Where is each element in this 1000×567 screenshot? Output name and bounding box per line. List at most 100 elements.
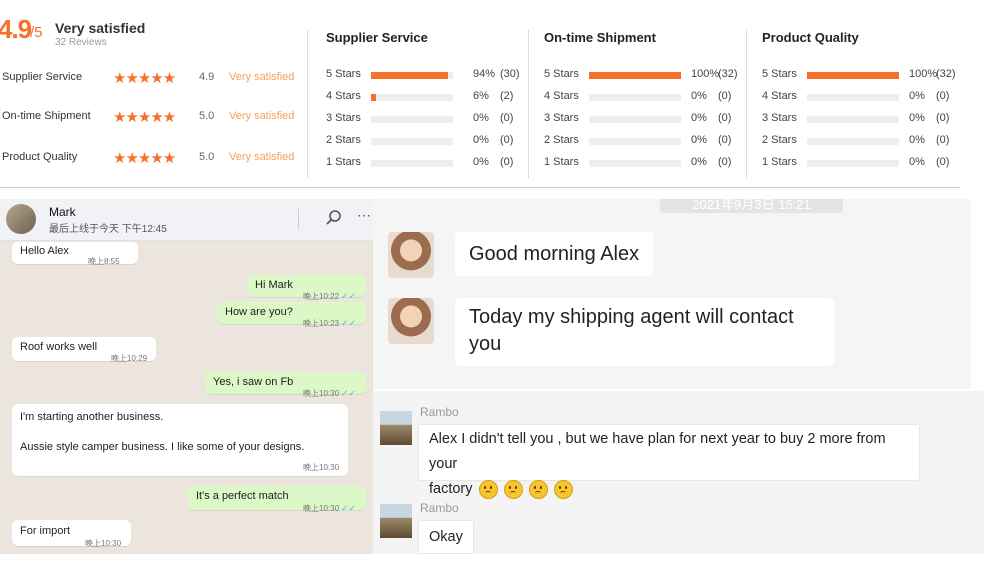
rating-bar-row: 2 Stars 0% (0) [544, 134, 759, 148]
message-text-line: Alex I didn't tell you , but we have pla… [429, 431, 886, 472]
message-time: 晚上10:30 ✓✓ [303, 388, 357, 398]
message-incoming: Roof works well 晚上10:29 [12, 337, 156, 363]
rating-bar-row: 5 Stars 100% (32) [544, 68, 759, 82]
category-supplier-service: Supplier Service 5 Stars 94% (30) 4 Star… [326, 30, 541, 180]
rating-bar-percent: 0% [909, 112, 925, 124]
category-title: Supplier Service [326, 30, 428, 45]
avatar[interactable] [6, 204, 36, 234]
category-title: Product Quality [762, 30, 859, 45]
read-receipt-icon: ✓✓ [341, 388, 357, 398]
rating-bar-label: 2 Stars [762, 134, 797, 146]
star-rating-icon: ★★★★★ [113, 150, 176, 167]
rating-bar-label: 2 Stars [544, 134, 579, 146]
rating-bar-track [371, 72, 453, 79]
rating-bar-track [807, 94, 899, 101]
rating-bar-row: 1 Stars 0% (0) [326, 156, 541, 170]
message-text: Roof works well [20, 341, 98, 353]
message-text-line: Today my shipping agent will contact [469, 306, 794, 328]
avatar[interactable] [388, 232, 434, 278]
message-incoming: Good morning Alex [455, 232, 654, 276]
message-text: Good morning Alex [469, 243, 640, 265]
rating-bar-percent: 0% [909, 134, 925, 146]
rating-bar-percent: 6% [473, 90, 489, 102]
avatar[interactable] [388, 298, 434, 344]
rating-bar-track [589, 72, 681, 79]
summary-row-text: Very satisfied [229, 71, 295, 83]
review-bottom-divider [0, 187, 960, 188]
date-stamp: 2021年9月3日 15:21 [660, 199, 843, 213]
chat-header: Mark 最后上线于今天 下午12:45 ⋯ [0, 199, 373, 241]
rating-bar-track [371, 94, 453, 101]
rating-bar-row: 3 Stars 0% (0) [544, 112, 759, 126]
star-rating-icon: ★★★★★ [113, 109, 176, 126]
summary-row-text: Very satisfied [229, 151, 295, 163]
message-incoming: I'm starting another business. Aussie st… [12, 404, 348, 476]
read-receipt-icon: ✓✓ [341, 291, 357, 301]
rating-bar-fill [371, 72, 449, 79]
message-incoming: For import 晚上10:30 [12, 520, 131, 548]
summary-row-value: 5.0 [199, 110, 215, 122]
message-incoming: Okay [418, 520, 474, 554]
message-text-line: Aussie style camper business. I like som… [20, 441, 305, 453]
contact-name[interactable]: Mark [49, 205, 76, 219]
score-value: 4.9 [0, 14, 32, 44]
rating-bar-label: 1 Stars [326, 156, 361, 168]
category-title: On-time Shipment [544, 30, 656, 45]
more-options-icon[interactable]: ⋯ [357, 207, 372, 224]
message-text: Hello Alex [20, 245, 69, 257]
rating-bar-row: 5 Stars 100% (32) [762, 68, 977, 82]
score-summary: Very satisfied [55, 20, 146, 36]
rating-bar-track [371, 160, 453, 167]
rating-bar-count: (0) [718, 112, 732, 124]
rating-bar-label: 4 Stars [544, 90, 579, 102]
reviews-count: 32 Reviews [55, 37, 107, 48]
message-text: For import [20, 525, 71, 537]
rating-bar-percent: 0% [909, 156, 925, 168]
rating-bar-count: (0) [718, 90, 732, 102]
rating-bar-percent: 0% [909, 90, 925, 102]
summary-row-text: Very satisfied [229, 110, 295, 122]
rating-bar-label: 3 Stars [544, 112, 579, 124]
chat-panel-bottom-right: Rambo Alex I didn't tell you , but we ha… [373, 391, 984, 554]
rating-bar-track [589, 94, 681, 101]
rating-bar-row: 2 Stars 0% (0) [326, 134, 541, 148]
chat-panel-top-right: 2021年9月3日 15:21 Good morning Alex Today … [373, 199, 971, 389]
sender-name: Rambo [420, 501, 459, 515]
message-text: It's a perfect match [196, 490, 289, 502]
rating-bar-track [807, 116, 899, 123]
search-icon[interactable] [325, 209, 343, 227]
message-time: 晚上10:23 ✓✓ [303, 318, 357, 328]
summary-row-value: 5.0 [199, 151, 215, 163]
rating-bar-label: 1 Stars [762, 156, 797, 168]
sad-face-emoji-icon [553, 479, 573, 499]
last-seen-status: 最后上线于今天 下午12:45 [49, 224, 167, 235]
rating-bar-count: (0) [718, 134, 732, 146]
avatar[interactable] [380, 504, 412, 538]
rating-bar-fill [371, 94, 376, 101]
avatar[interactable] [380, 411, 412, 445]
message-time: 晚上10:30 ✓✓ [303, 503, 357, 513]
read-receipt-icon: ✓✓ [341, 503, 357, 513]
message-incoming: Alex I didn't tell you , but we have pla… [418, 424, 920, 499]
rating-bar-label: 5 Stars [326, 68, 361, 80]
rating-bar-track [589, 138, 681, 145]
message-time: 晚上10:30 [85, 539, 122, 548]
rating-bar-track [807, 160, 899, 167]
summary-row-value: 4.9 [199, 71, 215, 83]
sad-face-emoji-icon [528, 479, 548, 499]
rating-bar-percent: 0% [691, 90, 707, 102]
rating-bar-track [807, 72, 899, 79]
rating-bar-row: 1 Stars 0% (0) [544, 156, 759, 170]
rating-bar-count: (0) [718, 156, 732, 168]
message-text-line: factory [429, 477, 909, 502]
star-rating-icon: ★★★★★ [113, 70, 176, 87]
rating-bar-percent: 0% [473, 134, 489, 146]
read-receipt-icon: ✓✓ [341, 318, 357, 328]
rating-bar-percent: 100% [691, 68, 720, 80]
message-text: Yes, i saw on Fb [213, 376, 294, 388]
sad-face-emoji-icon [503, 479, 523, 499]
rating-bar-label: 4 Stars [326, 90, 361, 102]
rating-bar-percent: 0% [473, 112, 489, 124]
message-text: How are you? [225, 306, 293, 318]
rating-bar-row: 4 Stars 0% (0) [544, 90, 759, 104]
